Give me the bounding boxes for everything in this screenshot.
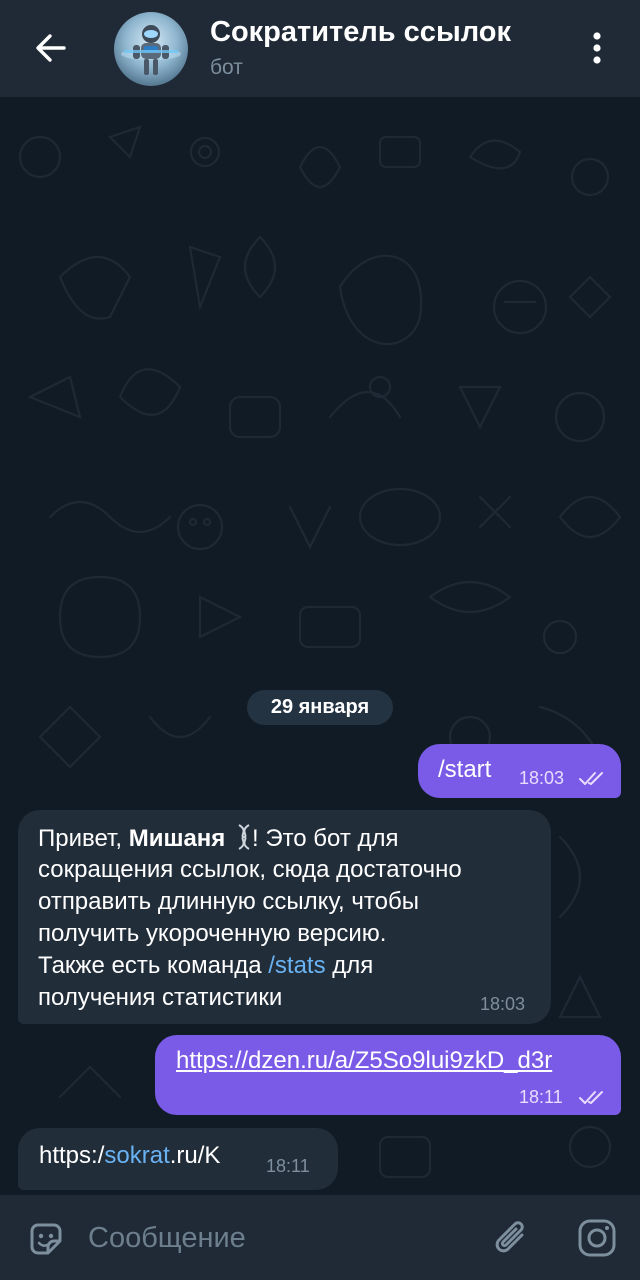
stats-command-link[interactable]: /stats [268, 952, 325, 979]
bot-avatar[interactable] [114, 12, 188, 86]
text-run: .ru/K [169, 1142, 221, 1169]
message-input[interactable] [86, 1215, 470, 1261]
chat-subtitle: бот [210, 56, 243, 79]
dna-emoji-icon [238, 824, 250, 850]
read-double-check-icon [579, 772, 603, 785]
chat-area[interactable]: 29 января /start 18:03 Привет, Мишаня ! … [0, 97, 640, 1195]
text-run: Также есть команда [38, 952, 269, 979]
back-button[interactable] [30, 28, 70, 68]
outgoing-message-start[interactable]: /start 18:03 [418, 744, 621, 798]
attach-button[interactable] [492, 1217, 532, 1261]
message-composer [0, 1195, 640, 1280]
text-run: ! Это бот для [251, 825, 399, 852]
message-time: 18:03 [480, 994, 526, 1014]
emoji-button[interactable] [26, 1219, 66, 1259]
instagram-camera-icon [578, 1219, 616, 1257]
arrow-left-icon [36, 34, 66, 62]
command-text[interactable]: /start [438, 756, 491, 784]
text-run: для [325, 952, 374, 979]
outgoing-message-link[interactable]: https://dzen.ru/a/Z5So9lui9zkD_d3r 18:11 [155, 1035, 621, 1115]
paperclip-icon [495, 1221, 524, 1253]
chat-header: Сократитель ссылок бот [0, 0, 640, 97]
message-line: получить укороченную версию. [38, 920, 387, 947]
robot-avatar-icon [121, 25, 181, 75]
short-link-text[interactable]: https:/sokrat.ru/K [39, 1142, 220, 1170]
read-double-check-icon [579, 1091, 603, 1104]
incoming-message-short-link[interactable]: https:/sokrat.ru/K 18:11 [18, 1128, 338, 1190]
chat-title[interactable]: Сократитель ссылок [210, 16, 511, 49]
camera-button[interactable] [576, 1217, 618, 1259]
message-line: отправить длинную ссылку, чтобы [38, 888, 419, 915]
text-run: https:/ [39, 1142, 105, 1169]
message-time: 18:11 [519, 1087, 563, 1107]
message-line: Привет, Мишаня ! Это бот для [38, 824, 399, 853]
text-run: Привет, [38, 825, 129, 852]
message-line: получения статистики [38, 984, 283, 1011]
message-time: 18:03 [519, 768, 565, 788]
more-vertical-icon [593, 32, 601, 64]
message-line: сокращения ссылок, сюда достаточно [38, 856, 462, 883]
username-bold: Мишаня [128, 825, 226, 852]
date-separator: 29 января [247, 690, 393, 725]
link-highlight[interactable]: sokrat [104, 1142, 169, 1169]
incoming-message-welcome[interactable]: Привет, Мишаня ! Это бот для сокращения … [18, 810, 551, 1024]
message-line: Также есть команда /stats для [38, 952, 373, 980]
more-menu-button[interactable] [584, 28, 610, 68]
chat-wallpaper-doodles [18, 125, 622, 1179]
message-time: 18:11 [266, 1156, 310, 1176]
sticker-emoji-icon [30, 1223, 62, 1255]
message-link[interactable]: https://dzen.ru/a/Z5So9lui9zkD_d3r [176, 1047, 552, 1075]
